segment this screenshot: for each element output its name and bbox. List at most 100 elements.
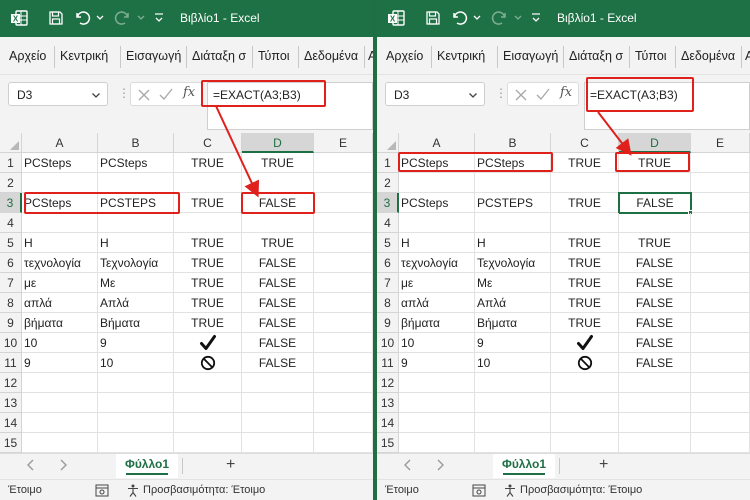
tab-formulas[interactable]: Τύποι bbox=[258, 49, 290, 63]
macro-recording-icon[interactable] bbox=[472, 484, 486, 497]
add-sheet-button[interactable]: + bbox=[599, 456, 608, 474]
cell-d3[interactable]: FALSE bbox=[618, 192, 692, 214]
column-header-b[interactable]: B bbox=[475, 133, 551, 153]
row-header-11[interactable]: 11 bbox=[377, 353, 399, 373]
cell-c4[interactable] bbox=[174, 213, 242, 233]
row-header-10[interactable]: 10 bbox=[0, 333, 22, 353]
cell-b4[interactable] bbox=[475, 213, 551, 233]
cell-b9[interactable]: Βήματα bbox=[98, 313, 174, 333]
cell-e13[interactable] bbox=[314, 393, 373, 413]
row-header-7[interactable]: 7 bbox=[0, 273, 22, 293]
cell-a3[interactable]: PCSteps bbox=[399, 193, 475, 213]
cell-a5[interactable]: Η bbox=[399, 233, 475, 253]
cell-c6[interactable]: TRUE bbox=[174, 253, 242, 273]
cell-b4[interactable] bbox=[98, 213, 174, 233]
row-header-9[interactable]: 9 bbox=[0, 313, 22, 333]
cell-a14[interactable] bbox=[399, 413, 475, 433]
cell-e15[interactable] bbox=[314, 433, 373, 453]
cancel-icon[interactable] bbox=[514, 86, 528, 105]
cell-c11[interactable] bbox=[551, 353, 619, 373]
cell-c12[interactable] bbox=[551, 373, 619, 393]
cell-a12[interactable] bbox=[22, 373, 98, 393]
cell-a7[interactable]: με bbox=[399, 273, 475, 293]
column-header-e[interactable]: E bbox=[314, 133, 373, 153]
row-header-2[interactable]: 2 bbox=[0, 173, 22, 193]
row-header-12[interactable]: 12 bbox=[377, 373, 399, 393]
chevron-left-icon[interactable] bbox=[403, 458, 413, 475]
row-header-1[interactable]: 1 bbox=[377, 153, 399, 173]
row-header-7[interactable]: 7 bbox=[377, 273, 399, 293]
cell-b8[interactable]: Απλά bbox=[98, 293, 174, 313]
status-accessibility[interactable]: Προσβασιμότητα: Έτοιμο bbox=[143, 484, 265, 496]
cell-e2[interactable] bbox=[314, 173, 373, 193]
cell-e15[interactable] bbox=[691, 433, 750, 453]
tab-insert[interactable]: Εισαγωγή bbox=[126, 49, 181, 63]
cell-e14[interactable] bbox=[314, 413, 373, 433]
cell-a12[interactable] bbox=[399, 373, 475, 393]
cell-c8[interactable]: TRUE bbox=[174, 293, 242, 313]
customize-toolbar-icon[interactable] bbox=[531, 9, 541, 27]
cell-d11[interactable]: FALSE bbox=[242, 353, 314, 373]
cell-c1[interactable]: TRUE bbox=[174, 153, 242, 173]
cell-e12[interactable] bbox=[691, 373, 750, 393]
row-header-3[interactable]: 3 bbox=[0, 193, 22, 213]
cell-b11[interactable]: 10 bbox=[475, 353, 551, 373]
cell-e4[interactable] bbox=[314, 213, 373, 233]
chevron-right-icon[interactable] bbox=[58, 458, 68, 475]
cell-e11[interactable] bbox=[691, 353, 750, 373]
cell-c13[interactable] bbox=[551, 393, 619, 413]
cell-c3[interactable]: TRUE bbox=[551, 193, 619, 213]
cell-d8[interactable]: FALSE bbox=[242, 293, 314, 313]
column-header-a[interactable]: A bbox=[399, 133, 475, 153]
cell-d7[interactable]: FALSE bbox=[619, 273, 691, 293]
cell-b7[interactable]: Με bbox=[98, 273, 174, 293]
cell-d7[interactable]: FALSE bbox=[242, 273, 314, 293]
cell-c8[interactable]: TRUE bbox=[551, 293, 619, 313]
cell-a10[interactable]: 10 bbox=[399, 333, 475, 353]
cell-d15[interactable] bbox=[242, 433, 314, 453]
accessibility-icon[interactable] bbox=[503, 484, 517, 497]
chevron-right-icon[interactable] bbox=[435, 458, 445, 475]
cell-b13[interactable] bbox=[475, 393, 551, 413]
cell-a11[interactable]: 9 bbox=[22, 353, 98, 373]
cell-d13[interactable] bbox=[619, 393, 691, 413]
cell-a13[interactable] bbox=[22, 393, 98, 413]
cell-e13[interactable] bbox=[691, 393, 750, 413]
cell-b3[interactable]: PCSTEPS bbox=[475, 193, 551, 213]
cancel-icon[interactable] bbox=[137, 86, 151, 105]
cell-a10[interactable]: 10 bbox=[22, 333, 98, 353]
cell-c10[interactable] bbox=[174, 333, 242, 353]
cell-d8[interactable]: FALSE bbox=[619, 293, 691, 313]
cell-b14[interactable] bbox=[98, 413, 174, 433]
cell-c2[interactable] bbox=[551, 173, 619, 193]
cell-d10[interactable]: FALSE bbox=[619, 333, 691, 353]
cell-c10[interactable] bbox=[551, 333, 619, 353]
cell-d2[interactable] bbox=[242, 173, 314, 193]
tab-page-layout[interactable]: Διάταξη σ bbox=[192, 49, 246, 63]
row-header-4[interactable]: 4 bbox=[0, 213, 22, 233]
cell-a1[interactable]: PCSteps bbox=[22, 153, 98, 173]
cell-a5[interactable]: Η bbox=[22, 233, 98, 253]
cell-d4[interactable] bbox=[242, 213, 314, 233]
cell-b15[interactable] bbox=[98, 433, 174, 453]
tab-formulas[interactable]: Τύποι bbox=[635, 49, 667, 63]
sheet-tab[interactable]: Φύλλο1 bbox=[116, 454, 178, 478]
cell-e9[interactable] bbox=[314, 313, 373, 333]
cell-c6[interactable]: TRUE bbox=[551, 253, 619, 273]
row-header-15[interactable]: 15 bbox=[0, 433, 22, 453]
cell-d5[interactable]: TRUE bbox=[242, 233, 314, 253]
cell-a4[interactable] bbox=[399, 213, 475, 233]
column-header-d[interactable]: D bbox=[619, 133, 691, 153]
cell-a6[interactable]: τεχνολογία bbox=[22, 253, 98, 273]
chevron-down-icon[interactable] bbox=[468, 89, 478, 103]
cell-c15[interactable] bbox=[174, 433, 242, 453]
cell-c14[interactable] bbox=[551, 413, 619, 433]
cell-c11[interactable] bbox=[174, 353, 242, 373]
row-header-6[interactable]: 6 bbox=[0, 253, 22, 273]
cell-e8[interactable] bbox=[691, 293, 750, 313]
cell-b1[interactable]: PCSteps bbox=[475, 153, 551, 173]
cell-a7[interactable]: με bbox=[22, 273, 98, 293]
cell-d14[interactable] bbox=[242, 413, 314, 433]
cell-c7[interactable]: TRUE bbox=[174, 273, 242, 293]
cell-a2[interactable] bbox=[399, 173, 475, 193]
